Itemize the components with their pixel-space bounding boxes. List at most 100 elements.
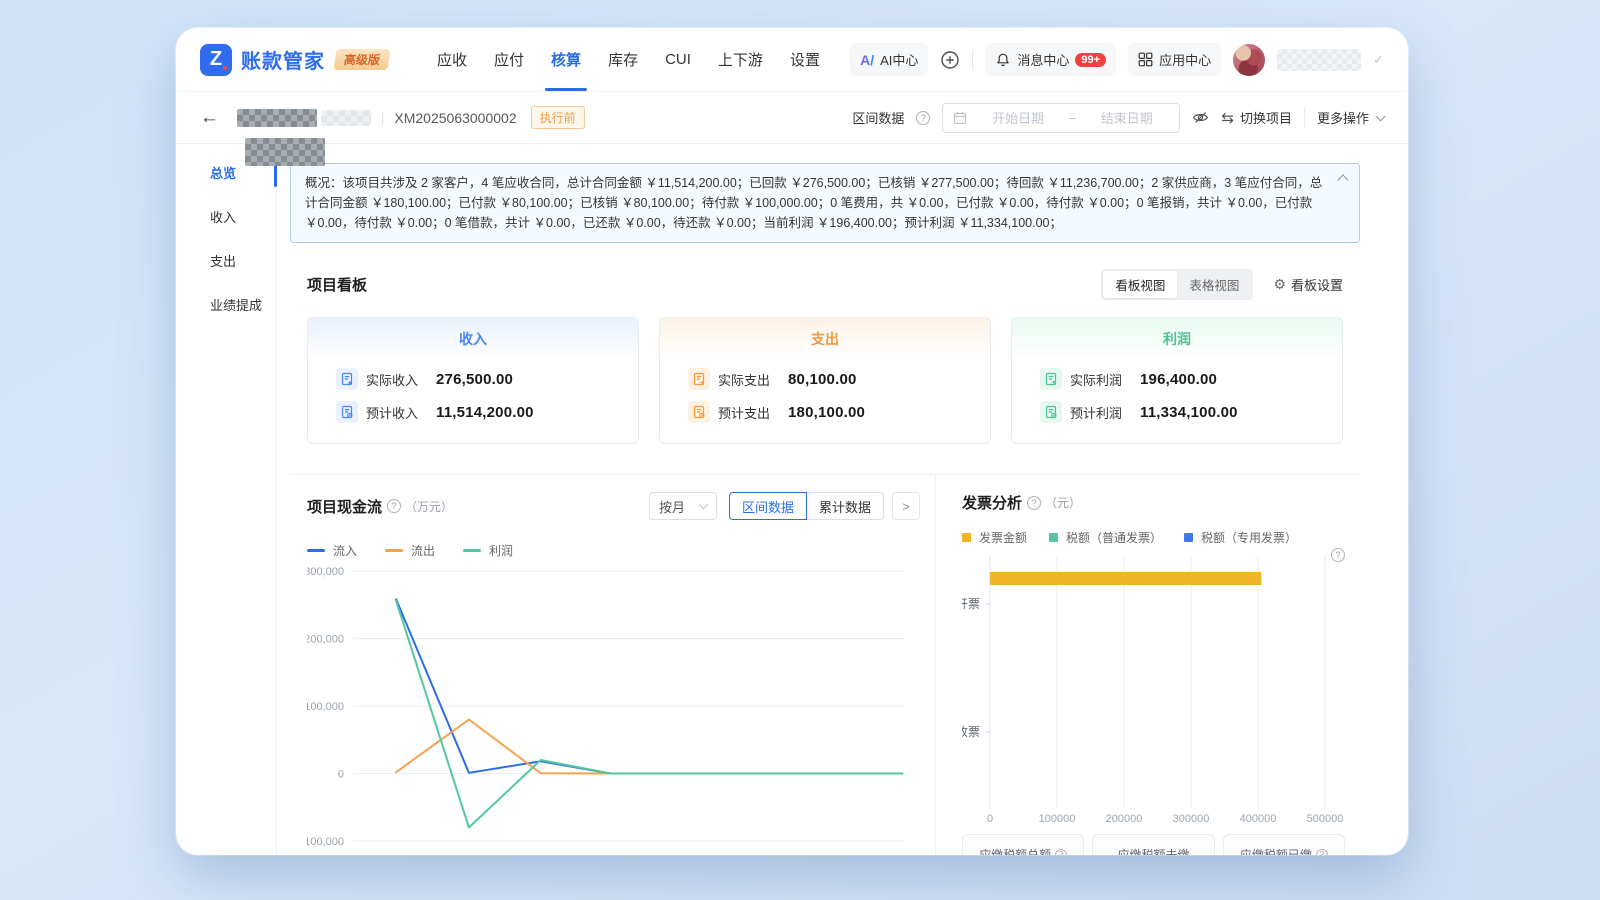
- redacted-project-extra: [245, 138, 325, 166]
- project-summary-text: 概况：该项目共涉及 2 家客户，4 笔应收合同，总计合同金额 ￥11,514,2…: [305, 173, 1329, 233]
- tax-unpaid-label: 应缴税额未缴: [1117, 846, 1189, 855]
- cashflow-unit: （万元）: [405, 498, 453, 515]
- legend-item-invoice-amount[interactable]: 发票金额: [962, 529, 1027, 546]
- actual-income-label: 实际收入: [366, 370, 430, 389]
- redacted-project-name: [237, 109, 317, 127]
- project-sidebar: 总览 收入 支出 业绩提成: [176, 144, 277, 855]
- date-separator: –: [1069, 110, 1076, 125]
- switch-project-label: 切换项目: [1240, 108, 1292, 127]
- expected-expense-value: 180,100.00: [788, 404, 865, 421]
- project-status-badge: 执行前: [531, 106, 585, 129]
- redacted-username: [1277, 49, 1361, 71]
- grid-icon: [1138, 52, 1153, 67]
- logo-dot: [223, 66, 227, 70]
- sidebar-item-income[interactable]: 收入: [176, 194, 276, 238]
- tax-stats-row: 应缴税额总额 ? ¥0.00 应缴税额未缴 ¥0.00: [962, 834, 1345, 855]
- income-card-title: 收入: [308, 318, 638, 360]
- plus-circle-icon[interactable]: [940, 50, 960, 70]
- project-code: XM2025063000002: [394, 110, 516, 126]
- legend-item-inflow[interactable]: 流入: [307, 542, 357, 559]
- help-icon[interactable]: ?: [1055, 849, 1067, 856]
- eye-off-icon[interactable]: [1192, 109, 1209, 126]
- table-view-tab[interactable]: 表格视图: [1177, 271, 1251, 298]
- divider: |: [381, 110, 384, 125]
- svg-text:500000: 500000: [1307, 813, 1344, 825]
- kpi-cards: 收入 实际收入 276,500.00 预计收入 11,514,200.00: [307, 317, 1343, 444]
- project-summary-box: 概况：该项目共涉及 2 家客户，4 笔应收合同，总计合同金额 ￥11,514,2…: [290, 163, 1360, 243]
- legend-item-tax-special[interactable]: 税额（专用发票）: [1184, 529, 1297, 546]
- message-center-button[interactable]: 消息中心 99+: [985, 43, 1116, 76]
- sidebar-item-commission[interactable]: 业绩提成: [176, 282, 276, 326]
- legend-item-tax-normal[interactable]: 税额（普通发票）: [1049, 529, 1162, 546]
- app-center-button[interactable]: 应用中心: [1128, 43, 1221, 76]
- expense-card: 支出 实际支出 80,100.00 预计支出 180,100.00: [659, 317, 991, 444]
- user-avatar[interactable]: [1233, 44, 1265, 76]
- inflow-line-marker: [307, 549, 325, 552]
- more-actions-label: 更多操作: [1317, 108, 1369, 127]
- board-settings-label: 看板设置: [1291, 275, 1343, 294]
- nav-item-inventory[interactable]: 库存: [608, 28, 638, 91]
- period-select[interactable]: 按月: [649, 492, 717, 520]
- main-content: 概况：该项目共涉及 2 家客户，4 笔应收合同，总计合同金额 ￥11,514,2…: [277, 144, 1408, 855]
- nav-item-accounting[interactable]: 核算: [551, 28, 581, 91]
- expected-income-row: 预计收入 11,514,200.00: [336, 401, 638, 423]
- expected-expense-row: 预计支出 180,100.00: [688, 401, 990, 423]
- redacted-project-subname: [321, 110, 371, 126]
- help-icon[interactable]: ?: [387, 499, 401, 513]
- invoice-analysis-section: 发票分析 ? （元） 发票金额 税额（普通发票）: [962, 475, 1345, 855]
- gear-icon: ⚙: [1273, 276, 1286, 293]
- board-view-toggle: 看板视图 表格视图: [1101, 269, 1253, 300]
- divider: [935, 475, 936, 855]
- nav-item-receivable[interactable]: 应收: [437, 28, 467, 91]
- invoice-bar-chart: 0100000200000300000400000500000开票收票: [962, 554, 1345, 826]
- svg-text:200,000: 200,000: [307, 634, 344, 646]
- legend-profit-label: 利润: [489, 542, 513, 559]
- board-view-tab[interactable]: 看板视图: [1103, 271, 1177, 298]
- help-icon[interactable]: ?: [1027, 496, 1041, 510]
- board-settings-button[interactable]: ⚙ 看板设置: [1273, 275, 1343, 294]
- tax-normal-marker: [1049, 533, 1058, 542]
- more-actions-button[interactable]: 更多操作: [1317, 108, 1384, 127]
- nav-item-upstream-downstream[interactable]: 上下游: [718, 28, 763, 91]
- legend-invoice-amount-label: 发票金额: [979, 529, 1027, 546]
- cashflow-section: 项目现金流 ? （万元） 按月 区间数据 累计数据 >: [277, 475, 920, 855]
- svg-text:-100,000: -100,000: [307, 836, 344, 848]
- nav-item-settings[interactable]: 设置: [790, 28, 820, 91]
- actual-profit-row: 实际利润 196,400.00: [1040, 368, 1342, 390]
- brand-name: 账款管家: [241, 45, 325, 74]
- expected-profit-value: 11,334,100.00: [1140, 404, 1238, 421]
- legend-tax-special-label: 税额（专用发票）: [1201, 529, 1297, 546]
- cumulative-data-toggle[interactable]: 累计数据: [806, 492, 884, 520]
- navbar-right: A/ AI中心 消息中心 99+ 应用中心 ✓: [850, 43, 1384, 76]
- tax-special-marker: [1184, 533, 1193, 542]
- svg-text:200000: 200000: [1106, 813, 1143, 825]
- main-menu: 应收 应付 核算 库存 CUI 上下游 设置: [437, 28, 820, 91]
- legend-item-profit[interactable]: 利润: [463, 542, 513, 559]
- nav-item-payable[interactable]: 应付: [494, 28, 524, 91]
- svg-text:100,000: 100,000: [307, 701, 344, 713]
- collapse-summary-icon[interactable]: [1337, 174, 1348, 185]
- start-date-placeholder: 开始日期: [975, 108, 1060, 127]
- legend-item-outflow[interactable]: 流出: [385, 542, 435, 559]
- sidebar-item-expense[interactable]: 支出: [176, 238, 276, 282]
- bell-icon: [995, 52, 1011, 68]
- switch-project-button[interactable]: ⇆ 切换项目: [1221, 108, 1292, 127]
- invoice-legend: 发票金额 税额（普通发票） 税额（专用发票）: [962, 529, 1345, 546]
- date-range-input[interactable]: 开始日期 – 结束日期: [942, 103, 1180, 133]
- divider: [1304, 108, 1305, 128]
- back-button[interactable]: ←: [200, 108, 219, 127]
- document-arrow-icon: [688, 368, 710, 390]
- ai-center-button[interactable]: A/ AI中心: [850, 43, 928, 76]
- next-chart-button[interactable]: >: [892, 492, 920, 520]
- actual-expense-label: 实际支出: [718, 370, 782, 389]
- actual-profit-label: 实际利润: [1070, 370, 1134, 389]
- help-icon[interactable]: ?: [1316, 849, 1328, 856]
- checkmark-icon: ✓: [1373, 52, 1384, 68]
- svg-text:100000: 100000: [1039, 813, 1076, 825]
- interval-data-toggle[interactable]: 区间数据: [729, 492, 807, 520]
- app-logo[interactable]: Z: [200, 44, 232, 76]
- help-icon[interactable]: ?: [1331, 548, 1345, 562]
- document-arrow-icon: [1040, 368, 1062, 390]
- nav-item-cui[interactable]: CUI: [665, 28, 691, 91]
- help-icon[interactable]: ?: [916, 111, 930, 125]
